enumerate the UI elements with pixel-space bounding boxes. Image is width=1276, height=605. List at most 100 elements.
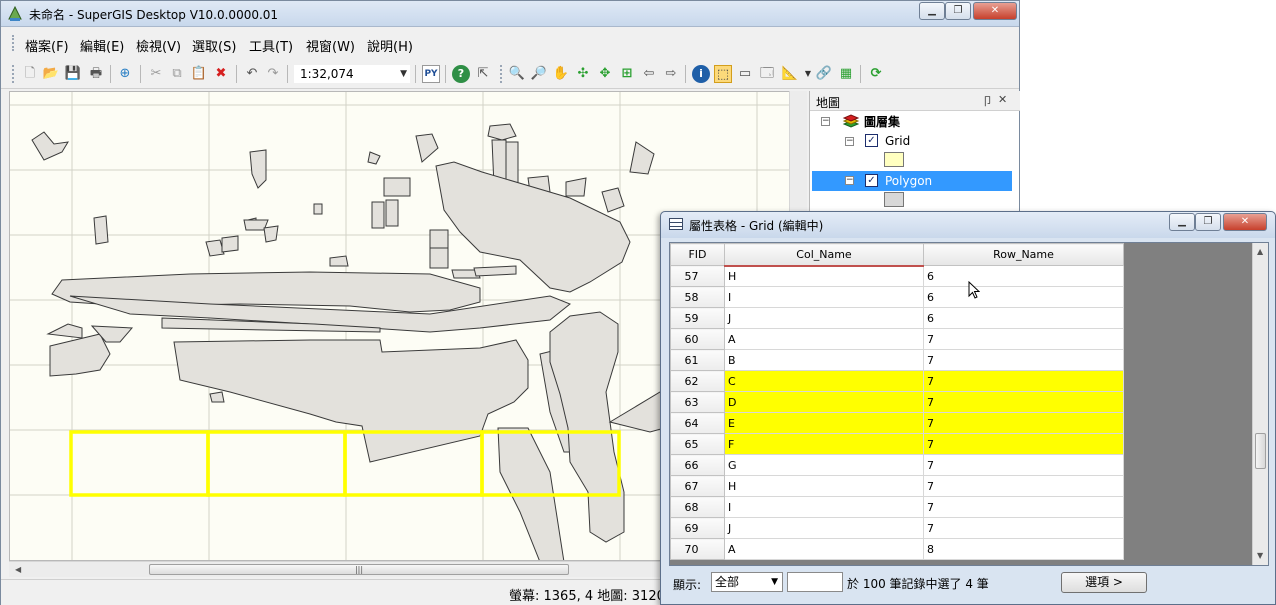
delete-icon[interactable]: ✖: [212, 65, 230, 83]
fixed-zoom-in-icon[interactable]: ✣: [574, 65, 592, 83]
table-vertical-scrollbar[interactable]: ▲ ▼: [1252, 243, 1268, 565]
add-data-icon[interactable]: ⊕: [116, 65, 134, 83]
col-name-cell[interactable]: A: [724, 538, 924, 560]
col-name-cell[interactable]: J: [724, 307, 924, 329]
table-row[interactable]: 62 C 7: [670, 370, 1124, 392]
col-name-cell[interactable]: H: [724, 265, 924, 287]
panel-close-icon[interactable]: ✕: [998, 93, 1007, 106]
col-name-cell[interactable]: I: [724, 496, 924, 518]
menu-tools[interactable]: 工具(T): [249, 36, 293, 55]
column-header-fid[interactable]: FID: [670, 243, 725, 266]
layer-name-grid[interactable]: Grid: [885, 134, 910, 148]
row-name-cell[interactable]: 7: [923, 475, 1124, 497]
next-extent-icon[interactable]: ⇨: [662, 65, 680, 83]
record-number-input[interactable]: [787, 572, 843, 592]
row-fid-cell[interactable]: 57: [670, 265, 725, 287]
menu-file[interactable]: 檔案(F): [25, 36, 69, 55]
row-name-cell[interactable]: 7: [923, 328, 1124, 350]
scroll-up-icon[interactable]: ▲: [1257, 247, 1263, 256]
polygon-legend-swatch[interactable]: [884, 192, 904, 207]
row-fid-cell[interactable]: 65: [670, 433, 725, 455]
python-console-icon[interactable]: PY: [422, 65, 440, 83]
table-row[interactable]: 63 D 7: [670, 391, 1124, 413]
minimize-button[interactable]: ▁: [1169, 213, 1195, 231]
table-row[interactable]: 60 A 7: [670, 328, 1124, 350]
map-tips-icon[interactable]: 🗔: [758, 65, 776, 83]
print-icon[interactable]: 🖶: [87, 65, 105, 83]
col-name-cell[interactable]: B: [724, 349, 924, 371]
row-name-cell[interactable]: 7: [923, 412, 1124, 434]
row-fid-cell[interactable]: 68: [670, 496, 725, 518]
row-name-cell[interactable]: 6: [923, 265, 1124, 287]
row-fid-cell[interactable]: 66: [670, 454, 725, 476]
map-scale-combobox[interactable]: 1:32,074 ▼: [293, 64, 411, 84]
row-name-cell[interactable]: 7: [923, 517, 1124, 539]
col-name-cell[interactable]: A: [724, 328, 924, 350]
col-name-cell[interactable]: G: [724, 454, 924, 476]
row-name-cell[interactable]: 7: [923, 349, 1124, 371]
row-name-cell[interactable]: 7: [923, 454, 1124, 476]
row-name-cell[interactable]: 7: [923, 370, 1124, 392]
pin-icon[interactable]: 卩: [982, 93, 993, 109]
chevron-down-icon[interactable]: ▼: [771, 573, 778, 591]
column-header-row-name[interactable]: Row_Name: [923, 243, 1124, 266]
layer-group-label[interactable]: 圖層集: [864, 113, 900, 130]
menu-select[interactable]: 選取(S): [192, 36, 236, 55]
open-folder-icon[interactable]: 📂: [42, 65, 60, 83]
table-row[interactable]: 64 E 7: [670, 412, 1124, 434]
table-row[interactable]: 67 H 7: [670, 475, 1124, 497]
table-row[interactable]: 58 I 6: [670, 286, 1124, 308]
table-row[interactable]: 66 G 7: [670, 454, 1124, 476]
table-row[interactable]: 69 J 7: [670, 517, 1124, 539]
table-row[interactable]: 65 F 7: [670, 433, 1124, 455]
col-name-cell[interactable]: E: [724, 412, 924, 434]
zoom-in-icon[interactable]: 🔍: [508, 65, 526, 83]
vertical-scroll-thumb[interactable]: [1255, 433, 1266, 469]
close-button[interactable]: ✕: [1223, 213, 1267, 231]
attribute-table-icon[interactable]: ▦: [837, 65, 855, 83]
menu-edit[interactable]: 編輯(E): [80, 36, 124, 55]
show-filter-select[interactable]: 全部 ▼: [711, 572, 783, 592]
column-header-col-name[interactable]: Col_Name: [724, 243, 924, 267]
close-button[interactable]: ✕: [973, 2, 1017, 20]
measure-icon[interactable]: 📐: [781, 65, 799, 83]
help-icon[interactable]: ?: [452, 65, 470, 83]
layer-name-polygon[interactable]: Polygon: [885, 174, 932, 188]
select-by-graphics-icon[interactable]: ▭: [736, 65, 754, 83]
row-name-cell[interactable]: 6: [923, 307, 1124, 329]
row-fid-cell[interactable]: 67: [670, 475, 725, 497]
paste-icon[interactable]: 📋: [190, 65, 208, 83]
fixed-zoom-out-icon[interactable]: ✥: [596, 65, 614, 83]
layer-visibility-checkbox[interactable]: ✓: [865, 134, 878, 147]
menu-view[interactable]: 檢視(V): [136, 36, 181, 55]
col-name-cell[interactable]: J: [724, 517, 924, 539]
cut-icon[interactable]: ✂: [147, 65, 165, 83]
layer-row-polygon[interactable]: − ✓ Polygon: [812, 171, 1012, 191]
pan-hand-icon[interactable]: ✋: [552, 65, 570, 83]
new-document-icon[interactable]: 🗋: [21, 65, 39, 83]
toolbar-grip[interactable]: [500, 65, 503, 83]
layer-visibility-checkbox[interactable]: ✓: [865, 174, 878, 187]
row-fid-cell[interactable]: 60: [670, 328, 725, 350]
grid-legend-swatch[interactable]: [884, 152, 904, 167]
table-row[interactable]: 61 B 7: [670, 349, 1124, 371]
col-name-cell[interactable]: H: [724, 475, 924, 497]
collapse-icon[interactable]: −: [821, 117, 830, 126]
refresh-icon[interactable]: ⟳: [867, 65, 885, 83]
minimize-button[interactable]: ▁: [919, 2, 945, 20]
col-name-cell[interactable]: C: [724, 370, 924, 392]
save-icon[interactable]: 💾: [64, 65, 82, 83]
row-fid-cell[interactable]: 61: [670, 349, 725, 371]
row-name-cell[interactable]: 8: [923, 538, 1124, 560]
row-name-cell[interactable]: 7: [923, 496, 1124, 518]
select-features-icon[interactable]: ⬚: [714, 65, 732, 83]
row-fid-cell[interactable]: 70: [670, 538, 725, 560]
toolbar-grip[interactable]: [12, 65, 15, 83]
menu-help[interactable]: 說明(H): [367, 36, 413, 55]
table-row[interactable]: 59 J 6: [670, 307, 1124, 329]
maximize-button[interactable]: ❐: [945, 2, 971, 20]
redo-icon[interactable]: ↷: [264, 65, 282, 83]
menu-window[interactable]: 視窗(W): [306, 36, 355, 55]
scroll-down-icon[interactable]: ▼: [1257, 551, 1263, 560]
full-extent-icon[interactable]: ⊞: [618, 65, 636, 83]
